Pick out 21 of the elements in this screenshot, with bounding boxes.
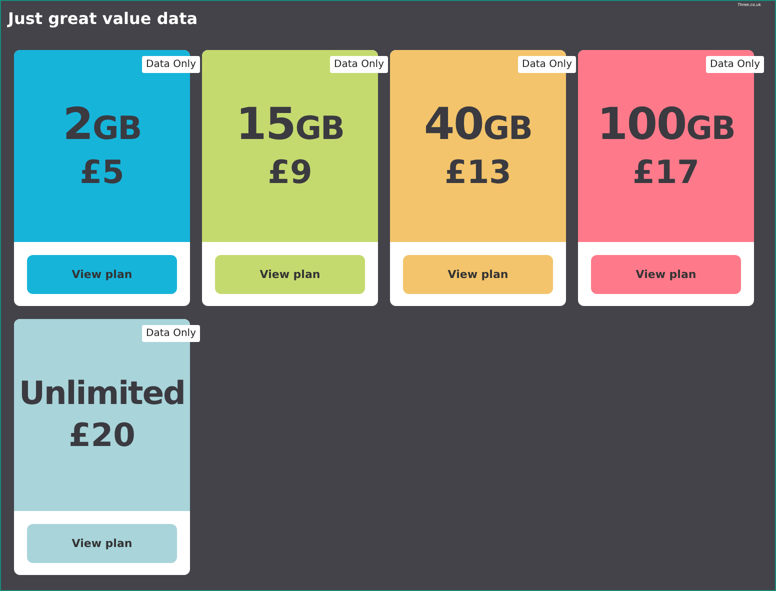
view-plan-button[interactable]: View plan	[403, 254, 553, 294]
data-only-badge: Data Only	[706, 56, 764, 73]
data-amount: 15GB	[236, 100, 344, 150]
data-only-badge: Data Only	[142, 56, 200, 73]
view-plan-button[interactable]: View plan	[27, 254, 177, 294]
data-amount: 100GB	[597, 100, 735, 150]
view-plan-button[interactable]: View plan	[27, 524, 177, 562]
plan-price: £13	[444, 153, 512, 192]
plan-price: £17	[632, 153, 700, 192]
view-plan-button[interactable]: View plan	[591, 254, 741, 294]
plan-price: £5	[80, 153, 124, 192]
data-only-badge: Data Only	[330, 56, 388, 73]
data-only-badge: Data Only	[518, 56, 576, 73]
data-only-badge: Data Only	[142, 325, 200, 342]
plan-price: £20	[68, 416, 136, 454]
plan-price: £9	[268, 153, 312, 192]
view-plan-button[interactable]: View plan	[215, 254, 365, 294]
data-amount: 2GB	[62, 100, 142, 150]
page-title: Just great value data	[8, 9, 199, 30]
data-amount: Unlimited	[19, 376, 185, 412]
data-amount: 40GB	[424, 100, 532, 150]
